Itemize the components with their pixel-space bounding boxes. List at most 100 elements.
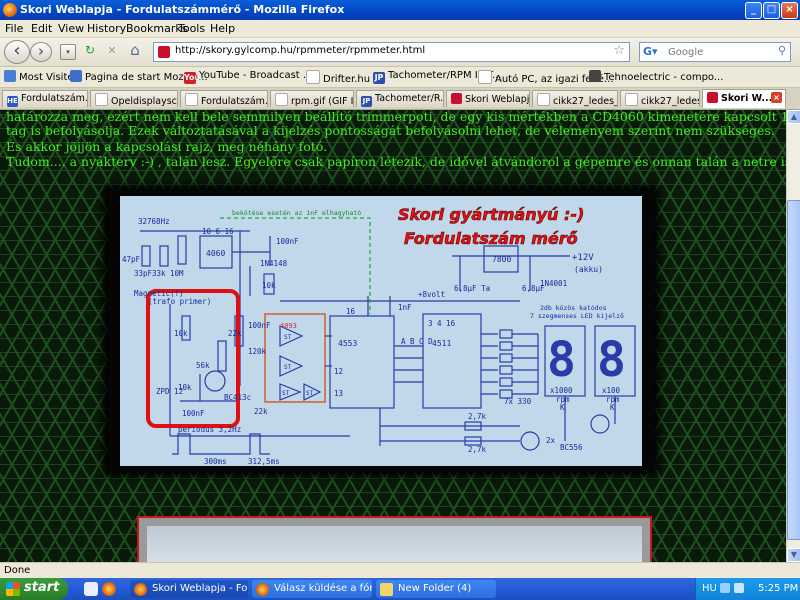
label-33k: 33k (152, 269, 166, 278)
minimize-button[interactable]: _ (745, 2, 762, 19)
task-folder[interactable]: New Folder (4) (376, 580, 496, 598)
close-tab-icon[interactable]: × (771, 92, 782, 103)
label-1n4001: 1N4001 (540, 279, 567, 288)
menu-edit[interactable]: Edit (31, 22, 52, 35)
bookmark-item[interactable]: Tehnoelectric - compo... (589, 70, 723, 83)
tray-network-icon[interactable] (720, 583, 730, 593)
site-favicon (158, 46, 170, 58)
show-desktop-icon[interactable] (84, 582, 98, 596)
task-reply-label: Válasz küldése a fóru... (274, 583, 372, 594)
bookmark-favicon-icon (70, 70, 82, 82)
label-note-2db: 2db közös katódos (540, 304, 607, 312)
paragraph-line-3: És akkor jöjjön a kapcsolási rajz, meg n… (6, 139, 328, 154)
label-st-4: ST (306, 390, 314, 397)
menu-view[interactable]: View (58, 22, 84, 35)
label-27k-b: 2,7k (468, 445, 487, 454)
search-input[interactable] (666, 44, 770, 60)
language-indicator[interactable]: HU (702, 583, 717, 594)
tab[interactable]: JP Tachometer/R... (356, 90, 444, 107)
windows-logo-icon (6, 582, 20, 596)
tray-volume-icon[interactable] (734, 583, 744, 593)
label-120k: 120k (248, 347, 267, 356)
clock: 5:25 PM (758, 583, 799, 594)
navigation-toolbar: ‹ › ▾ ↻ ✕ ⌂ http://skory.gylcomp.hu/rpmm… (0, 38, 800, 67)
label-312ms: 312,5ms (248, 457, 280, 466)
system-tray: HU 5:25 PM (695, 578, 800, 600)
reload-icon[interactable]: ↻ (82, 43, 98, 59)
home-icon[interactable]: ⌂ (126, 42, 144, 60)
label-ic-4093: 4093 (280, 322, 297, 330)
menu-file[interactable]: File (5, 22, 23, 35)
start-label: start (24, 580, 60, 595)
display-digit-thousands: 8 (547, 332, 576, 388)
label-12v: +12V (572, 253, 594, 263)
label-1nf: 1nF (398, 303, 412, 312)
bookmark-favicon-icon (478, 70, 492, 84)
label-ic-4060: 4060 (206, 249, 225, 258)
stop-icon[interactable]: ✕ (104, 43, 120, 59)
firefox-task-icon-2 (256, 583, 269, 596)
firefox-quicklaunch-icon[interactable] (102, 582, 116, 596)
bookmark-item[interactable]: Most Visited (4, 70, 80, 83)
photo-preview (147, 526, 642, 562)
tab-label: Tachometer/R... (375, 93, 444, 104)
forward-button[interactable]: › (30, 42, 52, 62)
tab-favicon-icon: JP (361, 96, 372, 107)
label-300ms: 300ms (204, 457, 227, 466)
tab[interactable]: HE Fordulatszám... (2, 90, 88, 107)
tab-favicon-icon (625, 93, 638, 106)
dropdown-history-button[interactable]: ▾ (60, 44, 76, 60)
label-bc556: BC556 (560, 443, 583, 452)
scroll-up-arrow-icon[interactable]: ▲ (787, 110, 800, 124)
scroll-down-arrow-icon[interactable]: ▼ (787, 548, 800, 562)
tab[interactable]: Skori Weblapj... (446, 90, 530, 107)
label-4553-abcd: A B C D (401, 337, 433, 346)
label-k-2: K (610, 403, 615, 412)
task-reply[interactable]: Válasz küldése a fóru... (252, 580, 372, 598)
label-akku: (akku) (574, 265, 603, 274)
label-22k: 22k (228, 329, 242, 338)
label-bc413c: BC413c (224, 393, 251, 402)
schematic-title-line-1: Skori gyártmányú :-) (398, 205, 584, 224)
bookmark-star-icon[interactable]: ☆ (613, 43, 625, 58)
bookmark-favicon-icon (4, 70, 16, 82)
schematic-image-frame: 8 8 Skori gyártmányú :-) Fordulatszám mé… (108, 190, 654, 471)
schematic-drawing: 8 8 Skori gyártmányú :-) Fordulatszám mé… (122, 205, 636, 466)
label-p12: 12 (334, 367, 343, 376)
label-pin-16: 16 (346, 307, 356, 316)
back-button[interactable]: ‹ (4, 40, 30, 64)
tab[interactable]: Opeldisplaysc... (90, 90, 178, 107)
scroll-thumb[interactable] (787, 200, 800, 540)
tab-favicon-icon (185, 93, 198, 106)
menu-help[interactable]: Help (210, 22, 235, 35)
label-st-1: ST (284, 334, 292, 341)
tab-favicon-icon (95, 93, 108, 106)
tab[interactable]: cikk27_ledes_f... (532, 90, 618, 107)
tab[interactable]: rpm.gif (GIF I... (270, 90, 354, 107)
search-box[interactable]: G▾ ⚲ (639, 42, 791, 62)
vertical-scrollbar[interactable]: ▲ ▼ (786, 110, 800, 562)
bookmark-item[interactable]: YouYouTube - Broadcast ... (184, 70, 312, 84)
tab[interactable]: cikk27_ledes_f... (620, 90, 700, 107)
tab-label: Skori Weblapj... (465, 94, 530, 105)
search-icon[interactable]: ⚲ (778, 44, 786, 57)
tab-label: cikk27_ledes_f... (553, 96, 617, 107)
close-button[interactable]: × (781, 2, 798, 19)
label-8volt: +8volt (418, 290, 445, 299)
google-search-icon[interactable]: G▾ (643, 45, 658, 58)
tab-active[interactable]: Skori W... × (702, 89, 786, 108)
bookmark-item[interactable]: Drifter.hu (306, 70, 370, 85)
window-title: Skori Weblapja - Fordulatszámmérő - Mozi… (20, 3, 345, 16)
label-47pf: 47pF (122, 255, 141, 264)
label-k-1: K (560, 403, 565, 412)
paragraph-line-4: Tudom.... a nyákterv :-) , talán lesz. E… (6, 154, 786, 169)
tab[interactable]: Fordulatszám... (180, 90, 268, 107)
menu-tools[interactable]: Tools (178, 22, 205, 35)
schematic-image: 8 8 Skori gyártmányú :-) Fordulatszám mé… (120, 196, 642, 466)
tab-label: Fordulatszám... (201, 96, 268, 107)
task-firefox[interactable]: Skori Weblapja - Ford... (130, 580, 248, 598)
url-bar[interactable]: http://skory.gylcomp.hu/rpmmeter/rpmmete… (153, 42, 630, 62)
start-button[interactable]: start (0, 578, 68, 600)
menu-history[interactable]: History (87, 22, 126, 35)
maximize-button[interactable]: □ (763, 2, 780, 19)
